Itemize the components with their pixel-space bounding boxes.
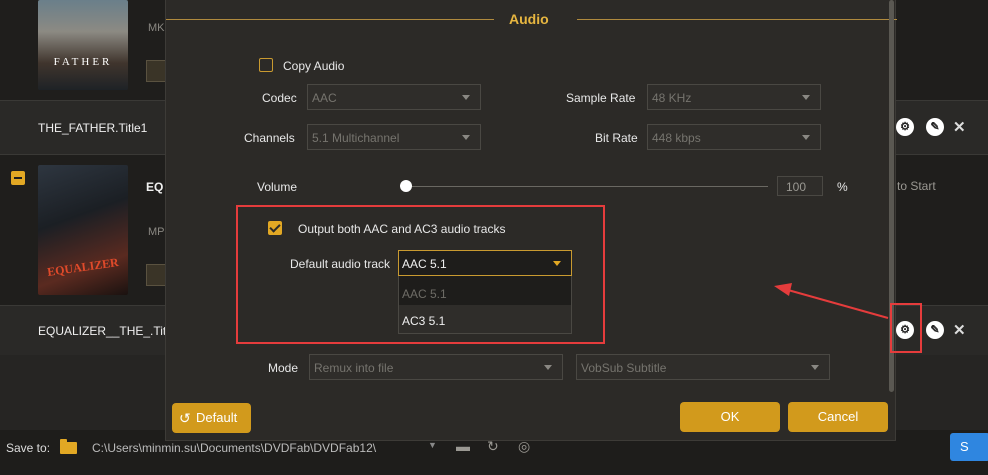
annotation-arrow [774, 283, 889, 319]
